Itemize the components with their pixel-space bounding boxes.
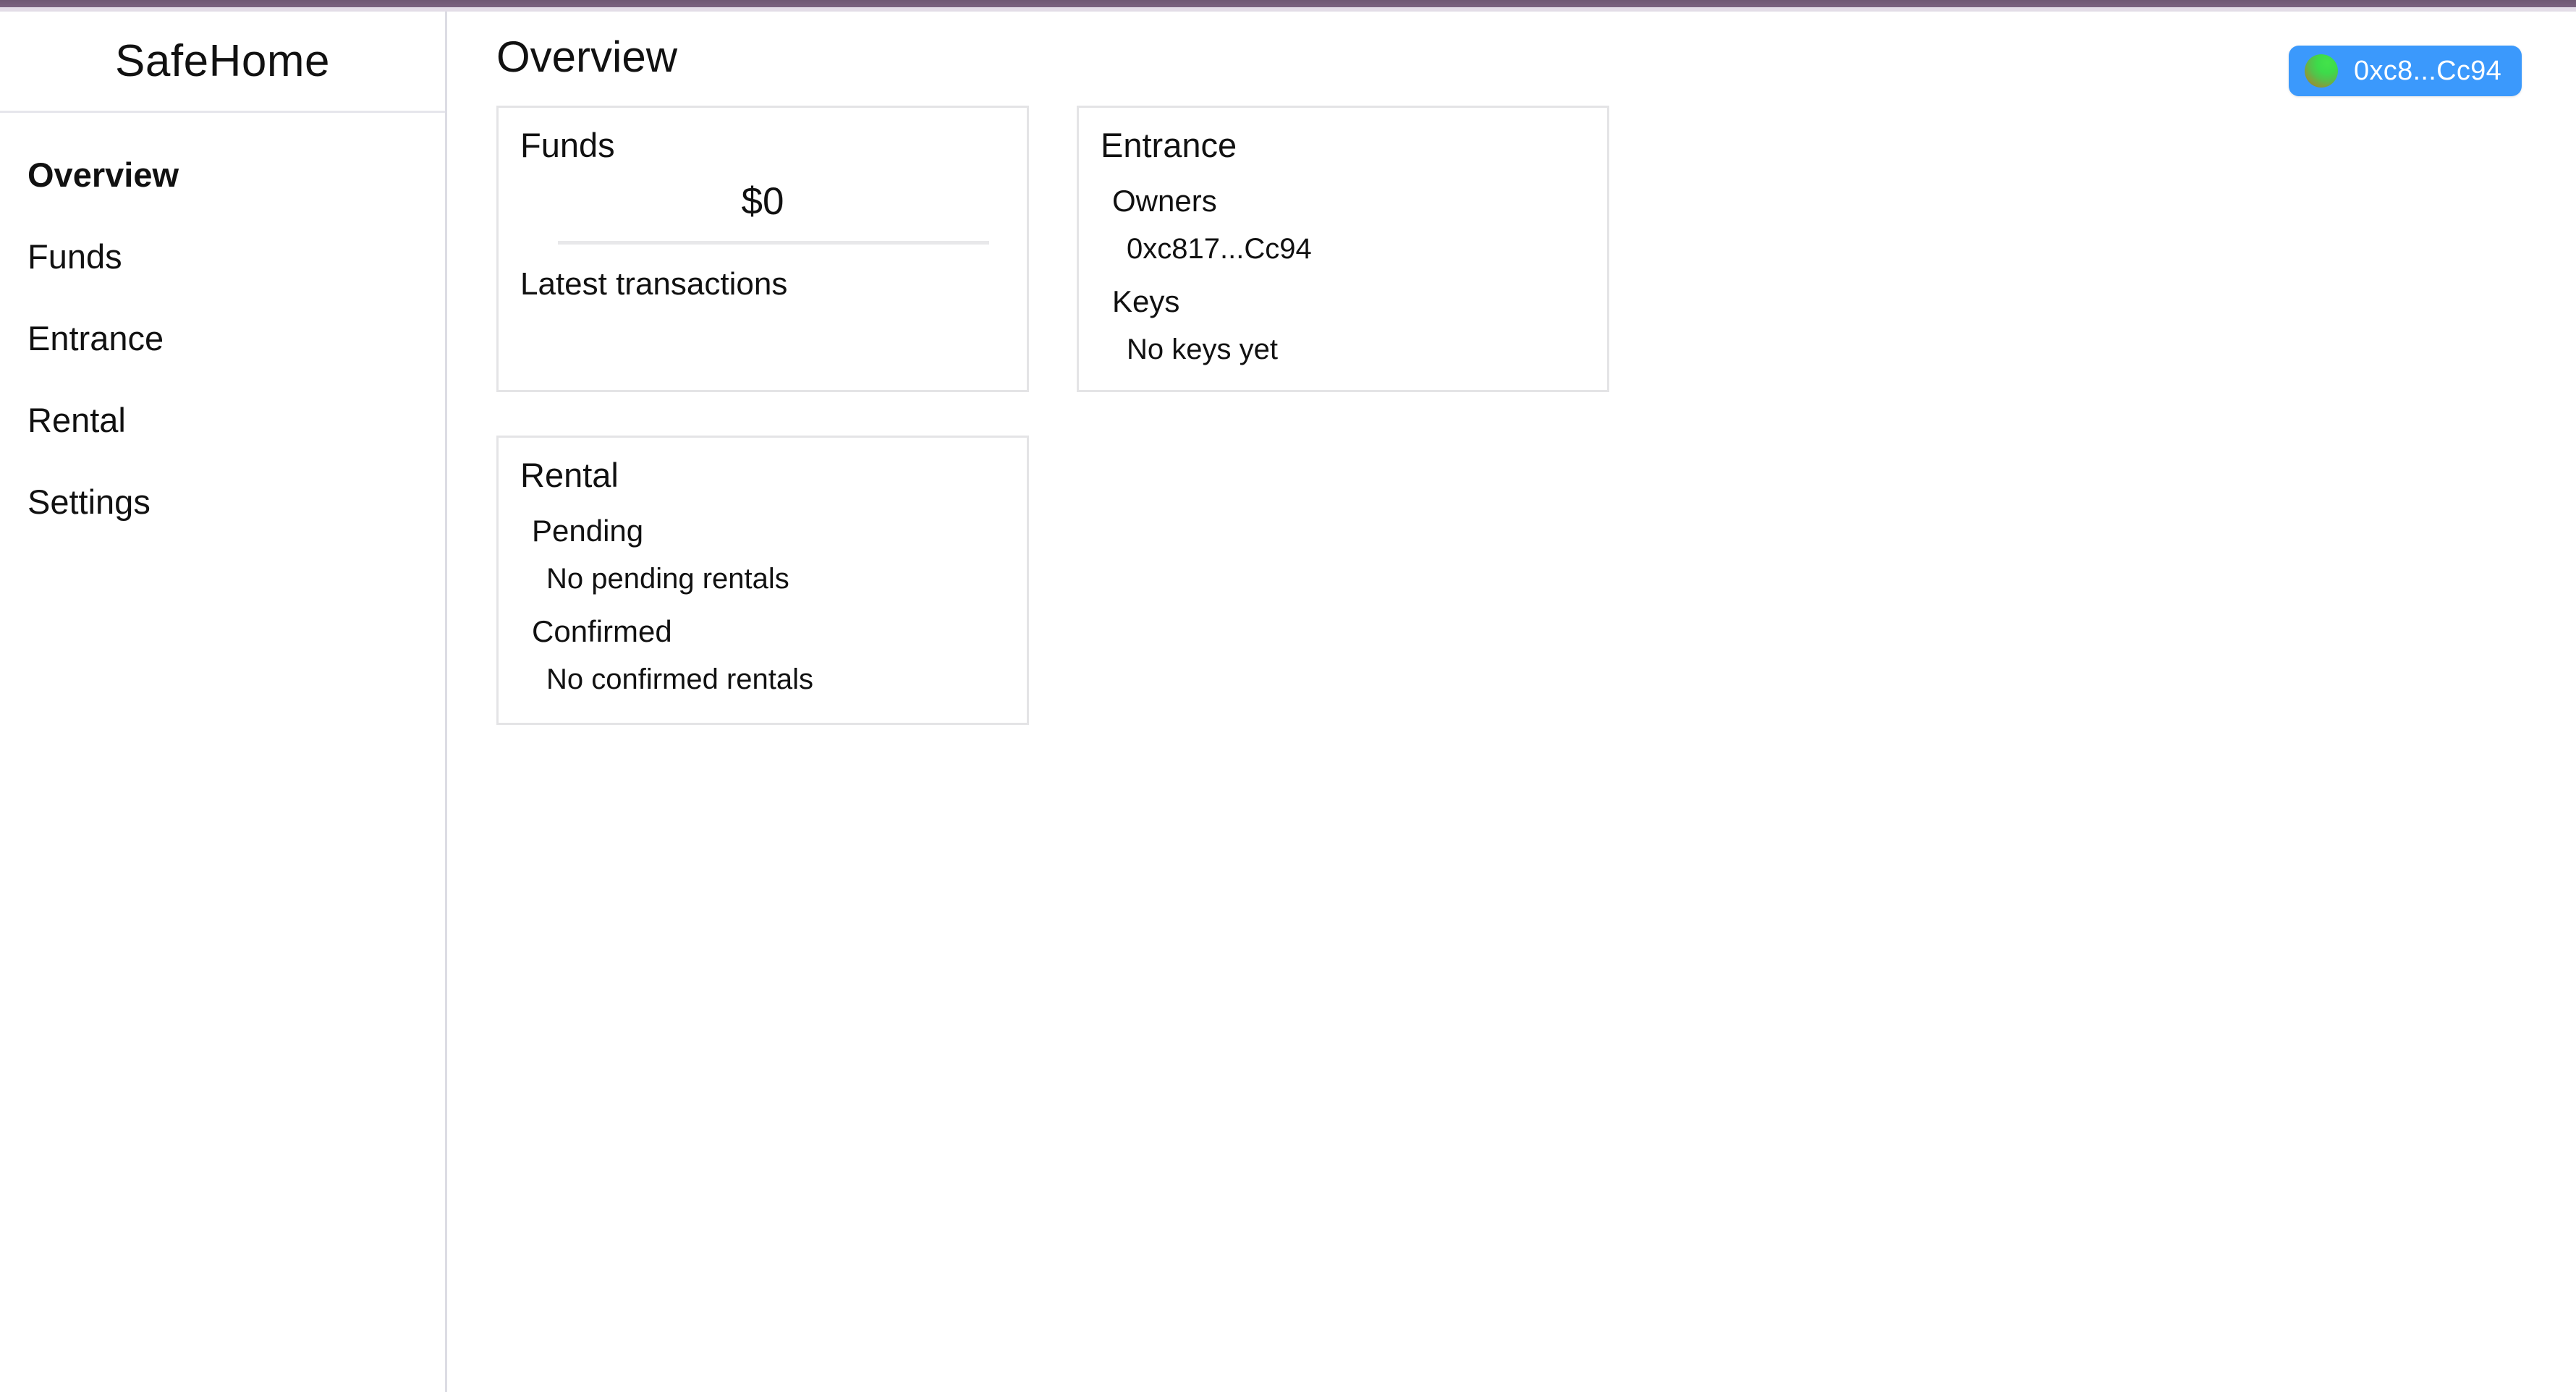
sidebar-item-funds[interactable]: Funds <box>27 239 445 321</box>
app-shell: SafeHome Overview Funds Entrance Rental … <box>0 12 2576 1392</box>
sidebar-header: SafeHome <box>0 12 445 113</box>
rental-card-title: Rental <box>520 456 619 494</box>
funds-card-title: Funds <box>520 126 615 164</box>
entrance-card-title: Entrance <box>1101 126 1237 164</box>
sidebar-nav: Overview Funds Entrance Rental Settings <box>0 113 445 566</box>
entrance-keys-empty-message: No keys yet <box>1127 333 1278 365</box>
sidebar-item-settings[interactable]: Settings <box>27 485 445 566</box>
sidebar: SafeHome Overview Funds Entrance Rental … <box>0 12 447 1392</box>
funds-card[interactable]: Funds $0 Latest transactions <box>496 106 1029 392</box>
top-accent-bar <box>0 0 2576 7</box>
card-row-top: Funds $0 Latest transactions Entrance Ow… <box>496 106 2059 392</box>
main-content: Overview 0xc8...Cc94 Funds $0 Latest tra… <box>447 12 2576 1392</box>
entrance-owners-label: Owners <box>1112 183 1217 218</box>
wallet-connect-button[interactable]: 0xc8...Cc94 <box>2289 46 2522 96</box>
sidebar-item-overview[interactable]: Overview <box>27 158 445 239</box>
funds-balance-value: $0 <box>741 179 784 223</box>
page-title: Overview <box>496 33 678 81</box>
rental-card[interactable]: Rental Pending No pending rentals Confir… <box>496 436 1029 725</box>
cards-area: Funds $0 Latest transactions Entrance Ow… <box>496 106 2059 768</box>
funds-card-divider <box>558 240 989 245</box>
entrance-owner-address: 0xc817...Cc94 <box>1127 232 1312 265</box>
brand-title: SafeHome <box>115 36 330 86</box>
card-row-bottom: Rental Pending No pending rentals Confir… <box>496 436 2059 725</box>
entrance-card[interactable]: Entrance Owners 0xc817...Cc94 Keys No ke… <box>1077 106 1609 392</box>
rental-pending-empty-message: No pending rentals <box>546 562 789 595</box>
entrance-keys-label: Keys <box>1112 284 1180 318</box>
rental-pending-label: Pending <box>532 513 644 548</box>
sidebar-item-entrance[interactable]: Entrance <box>27 321 445 403</box>
wallet-avatar-icon <box>2305 54 2339 88</box>
funds-latest-transactions-label: Latest transactions <box>520 266 788 302</box>
wallet-address-label: 0xc8...Cc94 <box>2354 55 2501 86</box>
rental-confirmed-empty-message: No confirmed rentals <box>546 663 814 695</box>
sidebar-item-rental[interactable]: Rental <box>27 403 445 485</box>
rental-confirmed-label: Confirmed <box>532 614 672 648</box>
